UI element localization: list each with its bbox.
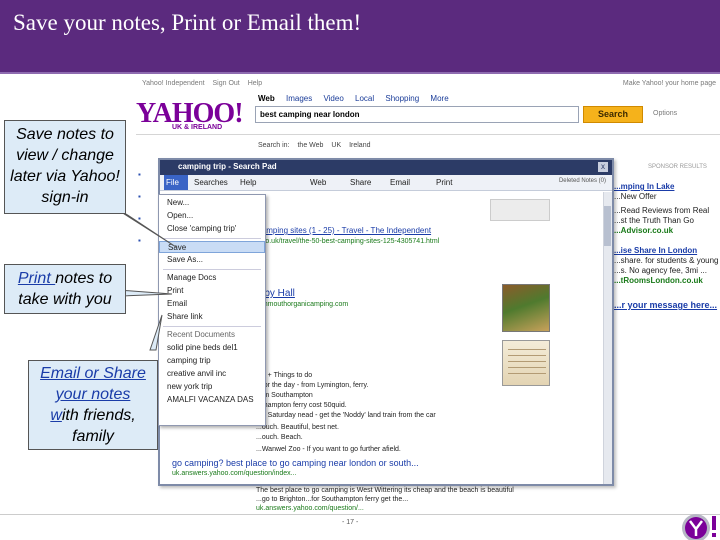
badge-exclamation-dot (712, 533, 716, 537)
footer-line (0, 514, 720, 515)
callout-email-line1[interactable]: Email or Share (29, 363, 157, 384)
slide: Save your notes, Print or Email them! Ya… (0, 0, 720, 540)
callout-email-line3-link[interactable]: w (50, 407, 62, 424)
callout-save: Save notes to view / change later via Ya… (4, 120, 126, 214)
callout-email-line2[interactable]: your notes (29, 384, 157, 405)
pointer-save (117, 209, 177, 248)
callout-print: Print notes to take with you (4, 264, 126, 314)
callout-save-text: Save notes to view / change later via Ya… (10, 126, 120, 206)
badge-exclamation (712, 516, 716, 530)
callout-print-link[interactable]: Print (18, 270, 55, 287)
pointer-print (117, 289, 173, 297)
page-number: - 17 - (342, 519, 359, 526)
callout-email: Email or Share your notes with friends, … (28, 360, 158, 450)
pointer-email (149, 314, 163, 351)
callout-email-line3: ith friends, (61, 407, 136, 424)
callout-email-line4: family (72, 428, 114, 445)
yahoo-badge-icon (682, 514, 716, 540)
